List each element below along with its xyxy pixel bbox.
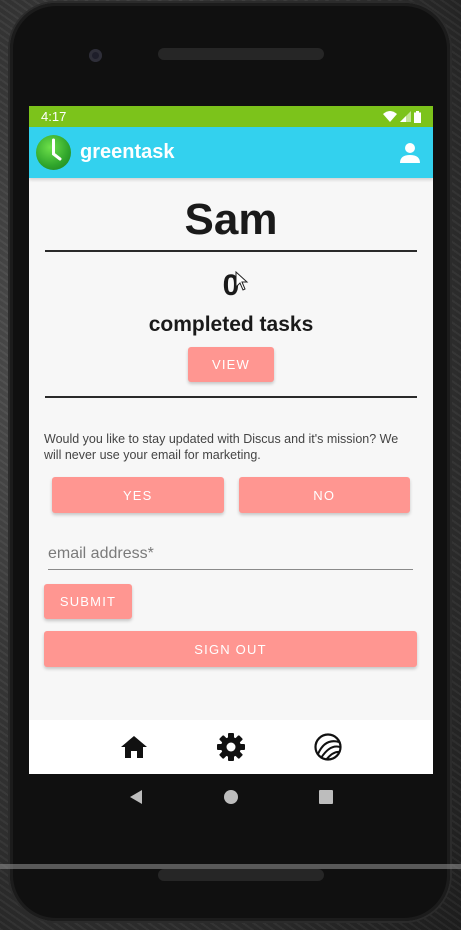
mouse-cursor-icon [235, 271, 249, 291]
profile-content: Sam 0 completed tasks VIEW Would you lik… [29, 190, 433, 667]
status-time: 4:17 [41, 109, 67, 124]
divider-top [45, 250, 417, 252]
newsletter-choice: YES NO [52, 477, 410, 513]
app-title: greentask [80, 141, 175, 163]
yes-button[interactable]: YES [52, 477, 224, 513]
home-circle-icon[interactable] [223, 789, 239, 805]
email-field-wrapper [48, 545, 413, 570]
clock-logo-icon [36, 135, 71, 170]
sign-out-button[interactable]: SIGN OUT [44, 631, 417, 667]
app-bar: greentask [29, 127, 433, 178]
video-overlay-streak [0, 864, 461, 869]
divider-bottom [45, 396, 417, 398]
person-icon [400, 142, 420, 163]
earpiece-speaker [158, 48, 324, 60]
wifi-icon [383, 111, 397, 122]
user-name: Sam [184, 195, 278, 244]
nav-world[interactable] [311, 730, 345, 764]
home-icon [120, 736, 147, 758]
profile-button[interactable] [397, 140, 423, 166]
view-button[interactable]: VIEW [188, 347, 274, 382]
submit-button[interactable]: SUBMIT [44, 584, 132, 619]
front-camera [89, 49, 102, 62]
nav-settings[interactable] [214, 730, 248, 764]
newsletter-question: Would you like to stay updated with Disc… [44, 432, 399, 462]
gear-icon [216, 733, 245, 761]
app-screen: 4:17 greentask Sam 0 completed tasks VIE… [29, 106, 433, 774]
no-button[interactable]: NO [238, 477, 410, 513]
recents-icon[interactable] [319, 790, 333, 804]
status-bar: 4:17 [29, 106, 433, 127]
nav-home[interactable] [117, 730, 151, 764]
bottom-navigation [29, 720, 433, 774]
battery-icon [414, 110, 421, 123]
completed-tasks-label: completed tasks [148, 313, 314, 336]
back-icon[interactable] [129, 789, 143, 805]
bottom-speaker [158, 869, 324, 881]
signal-icon [400, 111, 411, 122]
email-field[interactable] [48, 545, 413, 563]
completed-count: 0 [29, 268, 433, 304]
system-navigation [29, 774, 433, 820]
status-icons [383, 110, 421, 123]
globe-icon [314, 733, 342, 761]
